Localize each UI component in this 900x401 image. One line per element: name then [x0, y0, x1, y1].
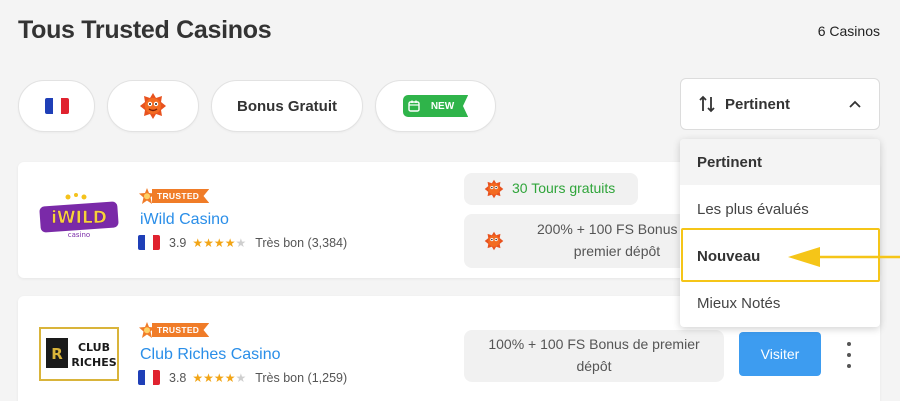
svg-text:iWILD: iWILD	[51, 208, 107, 228]
trusted-label: TRUSTED	[152, 323, 210, 337]
trusted-badge: TRUSTED	[139, 188, 210, 204]
rating-text: Très bon (3,384)	[255, 235, 348, 250]
more-options-icon[interactable]	[841, 342, 857, 368]
pointer-arrow-icon	[788, 247, 900, 267]
chevron-up-icon	[849, 100, 861, 108]
calendar-icon	[402, 95, 425, 117]
sort-option-pertinent[interactable]: Pertinent	[680, 139, 880, 185]
france-flag-icon	[138, 235, 160, 250]
filter-france-chip[interactable]	[18, 80, 95, 132]
trusted-badge: TRUSTED	[139, 322, 210, 338]
rating-value: 3.8	[169, 370, 187, 385]
filter-new-chip[interactable]: NEW	[375, 80, 496, 132]
page-title: Tous Trusted Casinos	[18, 16, 272, 44]
sort-dropdown-button[interactable]: Pertinent	[680, 78, 880, 130]
star-icon: ★	[213, 370, 225, 385]
star-empty-icon: ★	[235, 370, 247, 385]
star-icon: ★	[203, 370, 214, 385]
star-icon: ★	[203, 235, 214, 250]
club-riches-logo[interactable]: R CLUB RICHES	[38, 326, 120, 382]
rating-row: 3.9 ★ ★ ★ ★ ★ Très bon (3,384)	[138, 235, 347, 250]
trusted-label: TRUSTED	[152, 189, 210, 203]
rating-value: 3.9	[169, 235, 187, 250]
bonus-offer: 100% + 100 FS Bonus de premier dépôt	[464, 330, 724, 382]
svg-text:CLUB: CLUB	[78, 341, 110, 354]
casino-name-link[interactable]: iWild Casino	[140, 211, 229, 229]
sort-option-les-plus-evalues[interactable]: Les plus évalués	[680, 186, 880, 232]
filter-mascot-chip[interactable]	[107, 80, 199, 132]
france-flag-icon	[138, 370, 160, 385]
mascot-icon	[484, 179, 504, 199]
star-icon: ★	[192, 370, 204, 385]
star-icon: ★	[213, 235, 225, 250]
casino-name-link[interactable]: Club Riches Casino	[140, 346, 281, 364]
filter-bonus-gratuit-chip[interactable]: Bonus Gratuit	[211, 80, 363, 132]
sort-selected-label: Pertinent	[725, 95, 791, 113]
star-icon: ★	[192, 235, 204, 250]
star-icon: ★	[224, 370, 236, 385]
svg-text:casino: casino	[68, 231, 90, 239]
rating-text: Très bon (1,259)	[255, 370, 348, 385]
casino-count: 6 Casinos	[817, 23, 880, 39]
star-rating: ★ ★ ★ ★ ★	[192, 372, 246, 384]
sort-arrows-icon	[699, 95, 715, 113]
mascot-icon	[484, 231, 504, 251]
free-spins-text: 30 Tours gratuits	[512, 180, 616, 197]
star-rating: ★ ★ ★ ★ ★	[192, 237, 246, 249]
new-badge: NEW	[402, 95, 469, 117]
star-empty-icon: ★	[235, 235, 247, 250]
visit-button[interactable]: Visiter	[739, 332, 821, 376]
rating-row: 3.8 ★ ★ ★ ★ ★ Très bon (1,259)	[138, 370, 347, 385]
mascot-icon	[140, 93, 166, 119]
iwild-casino-logo[interactable]: iWILD casino	[38, 190, 120, 242]
new-label: NEW	[424, 95, 469, 117]
sort-option-mieux-notes[interactable]: Mieux Notés	[680, 280, 880, 326]
svg-text:R: R	[51, 345, 63, 363]
france-flag-icon	[44, 98, 69, 114]
bonus-text: 100% + 100 FS Bonus de premier dépôt	[488, 336, 700, 374]
free-spins-offer: 30 Tours gratuits	[464, 173, 638, 205]
star-icon: ★	[224, 235, 236, 250]
svg-text:RICHES: RICHES	[71, 356, 116, 369]
